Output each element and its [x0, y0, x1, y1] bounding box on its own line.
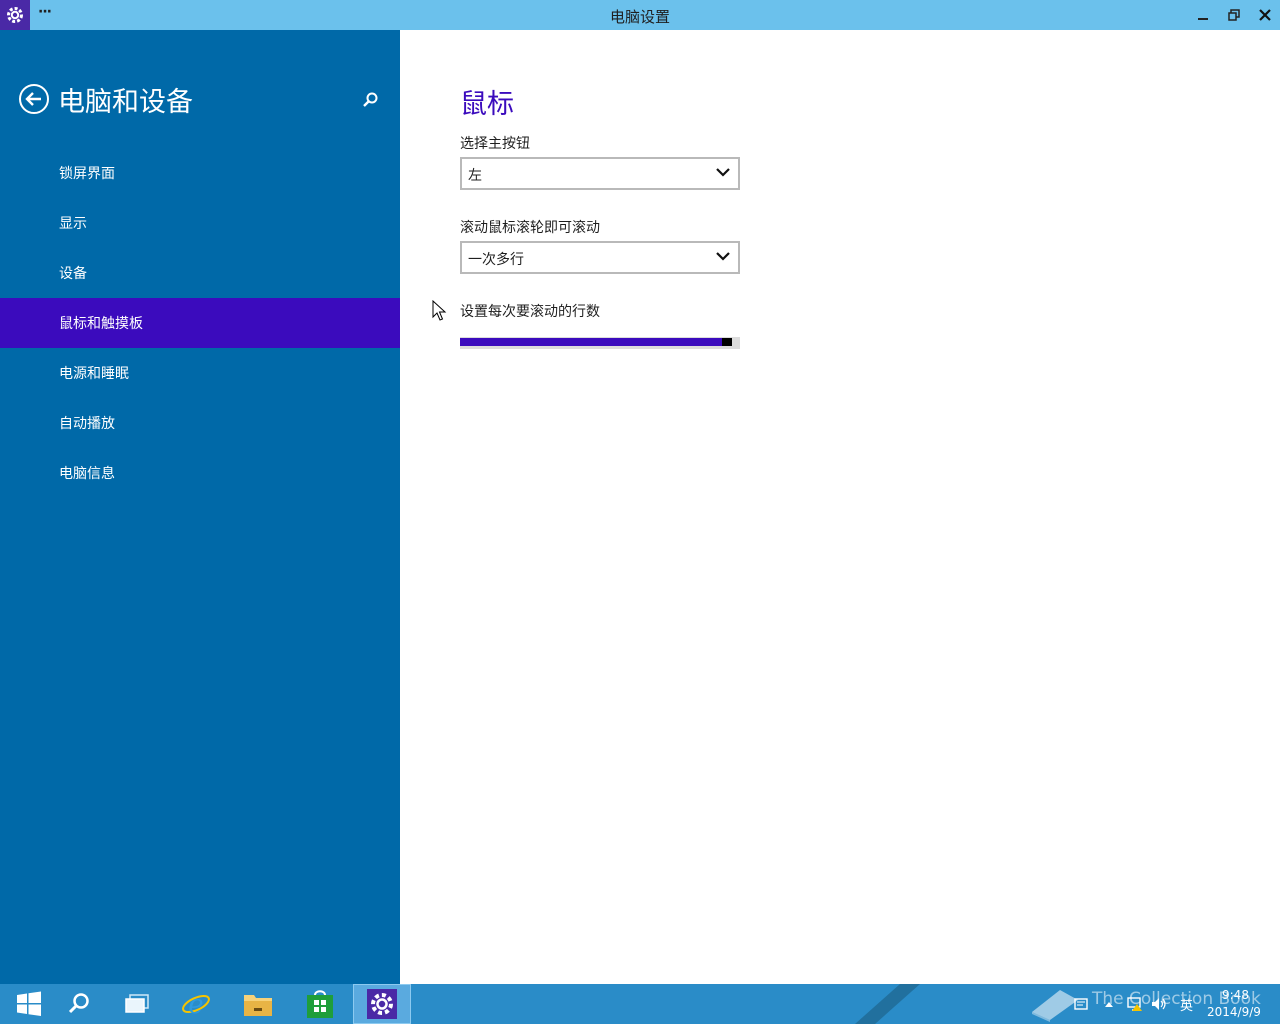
primary-button-value: 左 [468, 168, 482, 184]
search-button[interactable] [358, 88, 382, 112]
store-icon [307, 990, 333, 1018]
restore-icon [1228, 9, 1240, 21]
taskbar-decoration [855, 984, 920, 1024]
mouse-pointer-icon [432, 300, 447, 321]
sidebar-item-autoplay[interactable]: 自动播放 [0, 398, 400, 448]
folder-icon [244, 995, 272, 1016]
sidebar-item-power-sleep[interactable]: 电源和睡眠 [0, 348, 400, 398]
sidebar-item-label: 锁屏界面 [59, 166, 115, 182]
close-icon [1259, 9, 1271, 21]
internet-explorer-button[interactable]: e [167, 984, 225, 1024]
page-title: 鼠标 [460, 89, 514, 120]
sidebar-item-pc-info[interactable]: 电脑信息 [0, 448, 400, 498]
sidebar-item-label: 电脑信息 [59, 466, 115, 482]
task-view-icon [125, 994, 149, 1013]
taskbar: e The Collection Book 英 9:48 2014/9/9 [0, 984, 1280, 1024]
sidebar-item-label: 自动播放 [59, 416, 115, 432]
sidebar-item-display[interactable]: 显示 [0, 198, 400, 248]
scroll-lines-label: 设置每次要滚动的行数 [460, 304, 600, 320]
sidebar-item-mouse-touchpad[interactable]: 鼠标和触摸板 [0, 298, 400, 348]
show-hidden-icons-button[interactable] [1100, 994, 1118, 1014]
taskbar-search-button[interactable] [50, 984, 108, 1024]
close-button[interactable] [1250, 0, 1280, 30]
primary-button-select[interactable]: 左 [460, 157, 740, 190]
wheel-scroll-value: 一次多行 [468, 252, 524, 268]
slider-thumb[interactable] [722, 338, 732, 346]
input-method-indicator[interactable]: 英 [1180, 995, 1193, 1014]
window-title: 电脑设置 [609, 8, 670, 26]
wheel-scroll-select[interactable]: 一次多行 [460, 241, 740, 274]
title-bar: ··· 电脑设置 [0, 0, 1280, 30]
back-arrow-icon [19, 84, 49, 114]
chevron-down-icon [716, 168, 730, 177]
minimize-icon [1198, 18, 1208, 20]
scroll-lines-slider[interactable] [460, 337, 740, 349]
settings-taskbar-button[interactable] [353, 984, 411, 1024]
sidebar-item-label: 鼠标和触摸板 [59, 316, 143, 332]
task-view-button[interactable] [108, 984, 166, 1024]
chevron-up-icon [1105, 1002, 1113, 1007]
back-button[interactable] [18, 83, 50, 115]
chevron-down-icon [716, 252, 730, 261]
sidebar-item-label: 设备 [59, 266, 87, 282]
search-icon [363, 92, 378, 107]
sidebar-title: 电脑和设备 [58, 87, 193, 118]
main-content: 鼠标 选择主按钮 左 滚动鼠标滚轮即可滚动 一次多行 设置每次要滚动的行数 [400, 30, 1280, 984]
wheel-scroll-label: 滚动鼠标滚轮即可滚动 [460, 220, 600, 236]
primary-button-label: 选择主按钮 [460, 136, 530, 152]
settings-gear-icon [367, 989, 397, 1019]
sidebar: 电脑和设备 锁屏界面 显示 设备 鼠标和触摸板 电源和睡眠 自动播放 电脑信息 [0, 30, 400, 984]
sidebar-item-devices[interactable]: 设备 [0, 248, 400, 298]
clock-time[interactable]: 9:48 [1222, 988, 1249, 1002]
slider-fill [460, 338, 722, 346]
search-icon [68, 993, 89, 1014]
clock-date[interactable]: 2014/9/9 [1207, 1005, 1261, 1019]
network-icon[interactable] [1126, 994, 1144, 1014]
sidebar-item-lock-screen[interactable]: 锁屏界面 [0, 148, 400, 198]
svg-text:e: e [188, 990, 203, 1020]
restore-button[interactable] [1219, 0, 1249, 30]
store-button[interactable] [291, 984, 349, 1024]
sidebar-item-label: 显示 [59, 216, 87, 232]
volume-icon[interactable] [1150, 994, 1168, 1014]
minimize-button[interactable] [1188, 0, 1218, 30]
windows-logo-icon [17, 991, 41, 1016]
file-explorer-button[interactable] [229, 984, 287, 1024]
action-center-icon[interactable] [1072, 994, 1090, 1014]
sidebar-item-label: 电源和睡眠 [59, 366, 129, 382]
internet-explorer-icon: e [182, 990, 210, 1020]
